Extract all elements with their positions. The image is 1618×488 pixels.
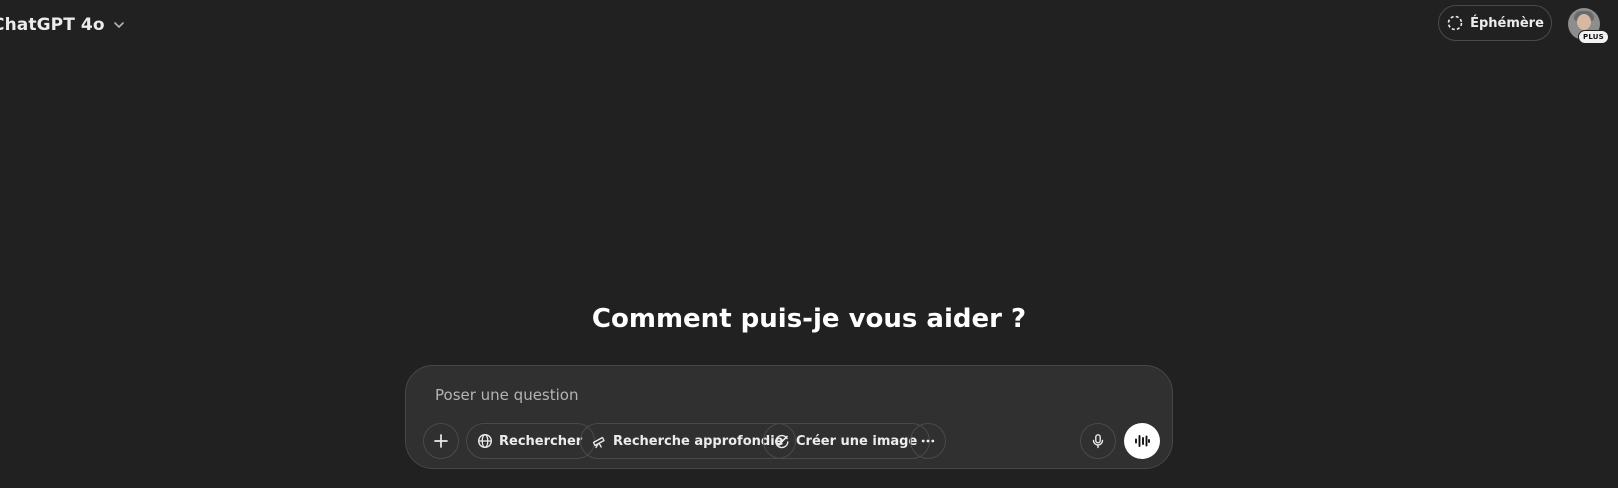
- image-brush-icon: [774, 433, 790, 449]
- model-name: ChatGPT 4o: [0, 15, 105, 35]
- globe-icon: [477, 433, 493, 449]
- prompt-input[interactable]: [433, 383, 1037, 407]
- composer: Rechercher Recherche approfondie Créer u…: [405, 365, 1173, 469]
- avatar-face: [1577, 14, 1591, 30]
- microphone-icon: [1090, 433, 1106, 449]
- temporary-chat-icon: [1446, 14, 1464, 32]
- dictation-button[interactable]: [1080, 423, 1116, 459]
- page-title: Comment puis-je vous aider ?: [591, 304, 1027, 334]
- chevron-down-icon: [111, 17, 127, 33]
- plus-icon: [433, 433, 449, 449]
- more-tools-button[interactable]: [910, 423, 946, 459]
- model-selector[interactable]: ChatGPT 4o: [0, 10, 127, 40]
- more-icon: [920, 433, 936, 449]
- create-image-button[interactable]: Créer une image: [763, 423, 931, 459]
- create-image-label: Créer une image: [796, 433, 918, 449]
- attach-button[interactable]: [423, 423, 459, 459]
- temporary-chat-button[interactable]: Éphémère: [1438, 5, 1552, 41]
- voice-waveform-icon: [1133, 432, 1151, 450]
- plan-badge: PLUS: [1578, 30, 1609, 44]
- telescope-icon: [591, 433, 607, 449]
- search-button[interactable]: Rechercher: [466, 423, 596, 459]
- search-label: Rechercher: [499, 433, 583, 449]
- temporary-chat-label: Éphémère: [1470, 15, 1544, 31]
- deep-research-label: Recherche approfondie: [613, 433, 784, 449]
- voice-mode-button[interactable]: [1124, 423, 1160, 459]
